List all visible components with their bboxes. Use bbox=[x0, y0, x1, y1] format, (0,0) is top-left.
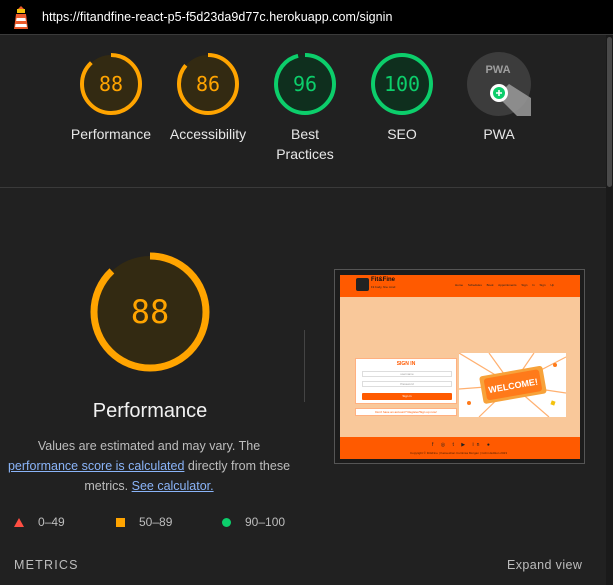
performance-score-link[interactable]: performance score is calculated bbox=[8, 459, 184, 473]
fail-triangle-icon bbox=[14, 517, 24, 527]
scores-summary: 88 Performance 86 Accessibility 96 Best … bbox=[0, 36, 606, 188]
password-field: Password bbox=[362, 381, 452, 387]
gauge-label: Performance bbox=[70, 126, 152, 142]
best-practices-gauge-ring: 96 bbox=[274, 53, 336, 115]
signin-title: SIGN IN bbox=[396, 361, 416, 367]
performance-large-score: 88 bbox=[131, 293, 170, 331]
gauge-score: 100 bbox=[384, 72, 420, 96]
gauge-score: 86 bbox=[196, 72, 220, 96]
site-brand: Fit&Fine bbox=[371, 277, 395, 283]
performance-gauge-ring: 88 bbox=[80, 53, 142, 115]
gauge-best-practices[interactable]: 96 Best Practices bbox=[255, 52, 355, 164]
legend-fail: 0–49 bbox=[14, 514, 65, 530]
score-description: Values are estimated and may vary. The p… bbox=[6, 436, 292, 496]
gauge-performance[interactable]: 88 Performance bbox=[61, 52, 161, 144]
url-bar: https://fitandfine-react-p5-f5d23da9d77c… bbox=[0, 0, 613, 35]
welcome-burst-icon: WELCOME! bbox=[459, 353, 566, 417]
legend-label: 50–89 bbox=[139, 515, 173, 529]
average-square-icon bbox=[116, 517, 125, 527]
gauge-score: 96 bbox=[293, 72, 317, 96]
final-screenshot[interactable]: Fit&Fine Fit body, fine mind Home Schedu… bbox=[334, 269, 585, 464]
gauge-seo[interactable]: 100 SEO bbox=[352, 52, 452, 144]
screenshot-page: Fit&Fine Fit body, fine mind Home Schedu… bbox=[340, 275, 580, 459]
scrollbar[interactable] bbox=[606, 35, 613, 585]
register-link: Don't have an account? Register/Sign up … bbox=[355, 408, 457, 416]
performance-large-gauge: 88 bbox=[90, 252, 210, 372]
gauge-label: Best Practices bbox=[255, 124, 355, 164]
signin-button: Sign in bbox=[362, 393, 452, 400]
lighthouse-icon bbox=[14, 6, 28, 29]
gauge-accessibility[interactable]: 86 Accessibility bbox=[158, 52, 258, 144]
pass-circle-icon bbox=[222, 517, 231, 527]
accessibility-gauge-ring: 86 bbox=[177, 53, 239, 115]
site-logo-icon bbox=[356, 278, 369, 291]
legend-label: 0–49 bbox=[38, 515, 65, 529]
expand-view-button[interactable]: Expand view bbox=[507, 558, 582, 572]
divider bbox=[304, 330, 305, 402]
social-icons: f ◎ t ▶ in ● bbox=[432, 442, 493, 448]
gauge-label: SEO bbox=[387, 126, 417, 142]
legend-average: 50–89 bbox=[116, 514, 172, 530]
pwa-badge-icon: PWA bbox=[467, 52, 531, 116]
description-text: Values are estimated and may vary. The bbox=[37, 439, 261, 453]
pwa-badge-text: PWA bbox=[485, 64, 510, 76]
page-url: https://fitandfine-react-p5-f5d23da9d77c… bbox=[42, 10, 393, 24]
site-copyright: Copyright © Fit&Fine | Kazeeshan Curtini… bbox=[410, 451, 507, 455]
site-nav-links: Home Schedules Book Appointments Sign In… bbox=[455, 283, 555, 287]
legend-pass: 90–100 bbox=[222, 514, 285, 530]
welcome-image: WELCOME! bbox=[459, 353, 566, 417]
site-signin-form: SIGN IN username Password Sign in bbox=[355, 358, 457, 404]
gauge-label-line2: Practices bbox=[276, 146, 334, 162]
legend-label: 90–100 bbox=[245, 515, 286, 529]
gauge-label: Accessibility bbox=[169, 126, 247, 142]
metrics-heading: METRICS bbox=[14, 558, 79, 572]
category-title: Performance bbox=[92, 400, 208, 422]
gauge-label-line1: Best bbox=[290, 126, 319, 142]
scrollbar-thumb[interactable] bbox=[607, 37, 612, 187]
gauge-score: 88 bbox=[99, 72, 123, 96]
site-navbar: Fit&Fine Fit body, fine mind Home Schedu… bbox=[340, 275, 580, 297]
see-calculator-link[interactable]: See calculator. bbox=[132, 479, 214, 493]
site-footer: f ◎ t ▶ in ● Copyright © Fit&Fine | Kaze… bbox=[340, 437, 580, 459]
username-field: username bbox=[362, 371, 452, 377]
gauge-pwa[interactable]: PWA PWA bbox=[449, 52, 549, 144]
site-tagline: Fit body, fine mind bbox=[371, 285, 396, 289]
seo-gauge-ring: 100 bbox=[371, 53, 433, 115]
gauge-label: PWA bbox=[483, 126, 515, 142]
